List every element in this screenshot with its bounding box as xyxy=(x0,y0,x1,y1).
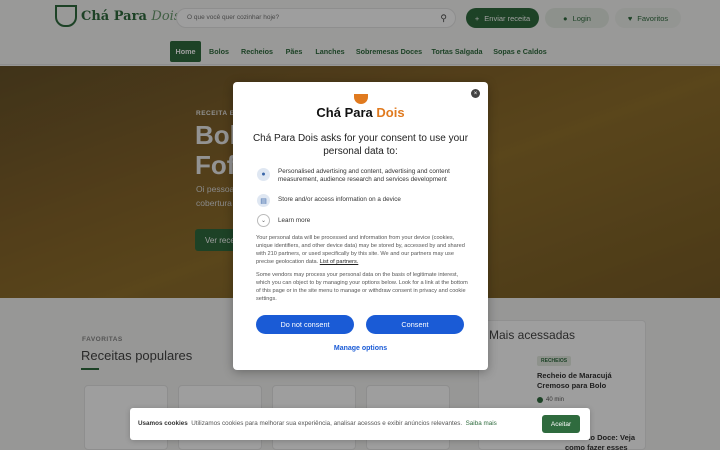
person-icon: ● xyxy=(257,168,270,181)
purpose-storage: ▤ Store and/or access information on a d… xyxy=(257,194,468,207)
teacup-icon xyxy=(353,94,368,104)
device-icon: ▤ xyxy=(257,194,270,207)
purpose-text: Store and/or access information on a dev… xyxy=(278,196,401,203)
consent-logo: Chá Para Dois xyxy=(233,94,488,120)
manage-options-link[interactable]: Manage options xyxy=(233,345,488,352)
purpose-personalised: ● Personalised advertising and content, … xyxy=(257,168,468,184)
consent-button[interactable]: Consent xyxy=(366,315,464,334)
consent-paragraph: Some vendors may process your personal d… xyxy=(256,272,468,302)
consent-dialog: × Chá Para Dois Chá Para Dois asks for y… xyxy=(233,82,488,370)
consent-paragraph: Your personal data will be processed and… xyxy=(256,235,465,265)
do-not-consent-button[interactable]: Do not consent xyxy=(256,315,354,334)
purpose-text: Personalised advertising and content, ad… xyxy=(278,168,450,183)
learn-more-toggle[interactable]: ⌄ Learn more xyxy=(257,214,468,227)
chevron-down-icon: ⌄ xyxy=(257,214,270,227)
cookie-text: Usamos cookies Utilizamos cookies para m… xyxy=(138,420,497,427)
accept-cookies-button[interactable]: Aceitar xyxy=(542,415,580,433)
consent-heading: Chá Para Dois asks for your consent to u… xyxy=(252,133,469,157)
partners-link[interactable]: List of partners. xyxy=(320,259,359,265)
learn-more-label: Learn more xyxy=(278,217,311,224)
learn-more-link[interactable]: Saiba mais xyxy=(466,420,497,427)
cookie-banner: Usamos cookies Utilizamos cookies para m… xyxy=(130,408,590,440)
